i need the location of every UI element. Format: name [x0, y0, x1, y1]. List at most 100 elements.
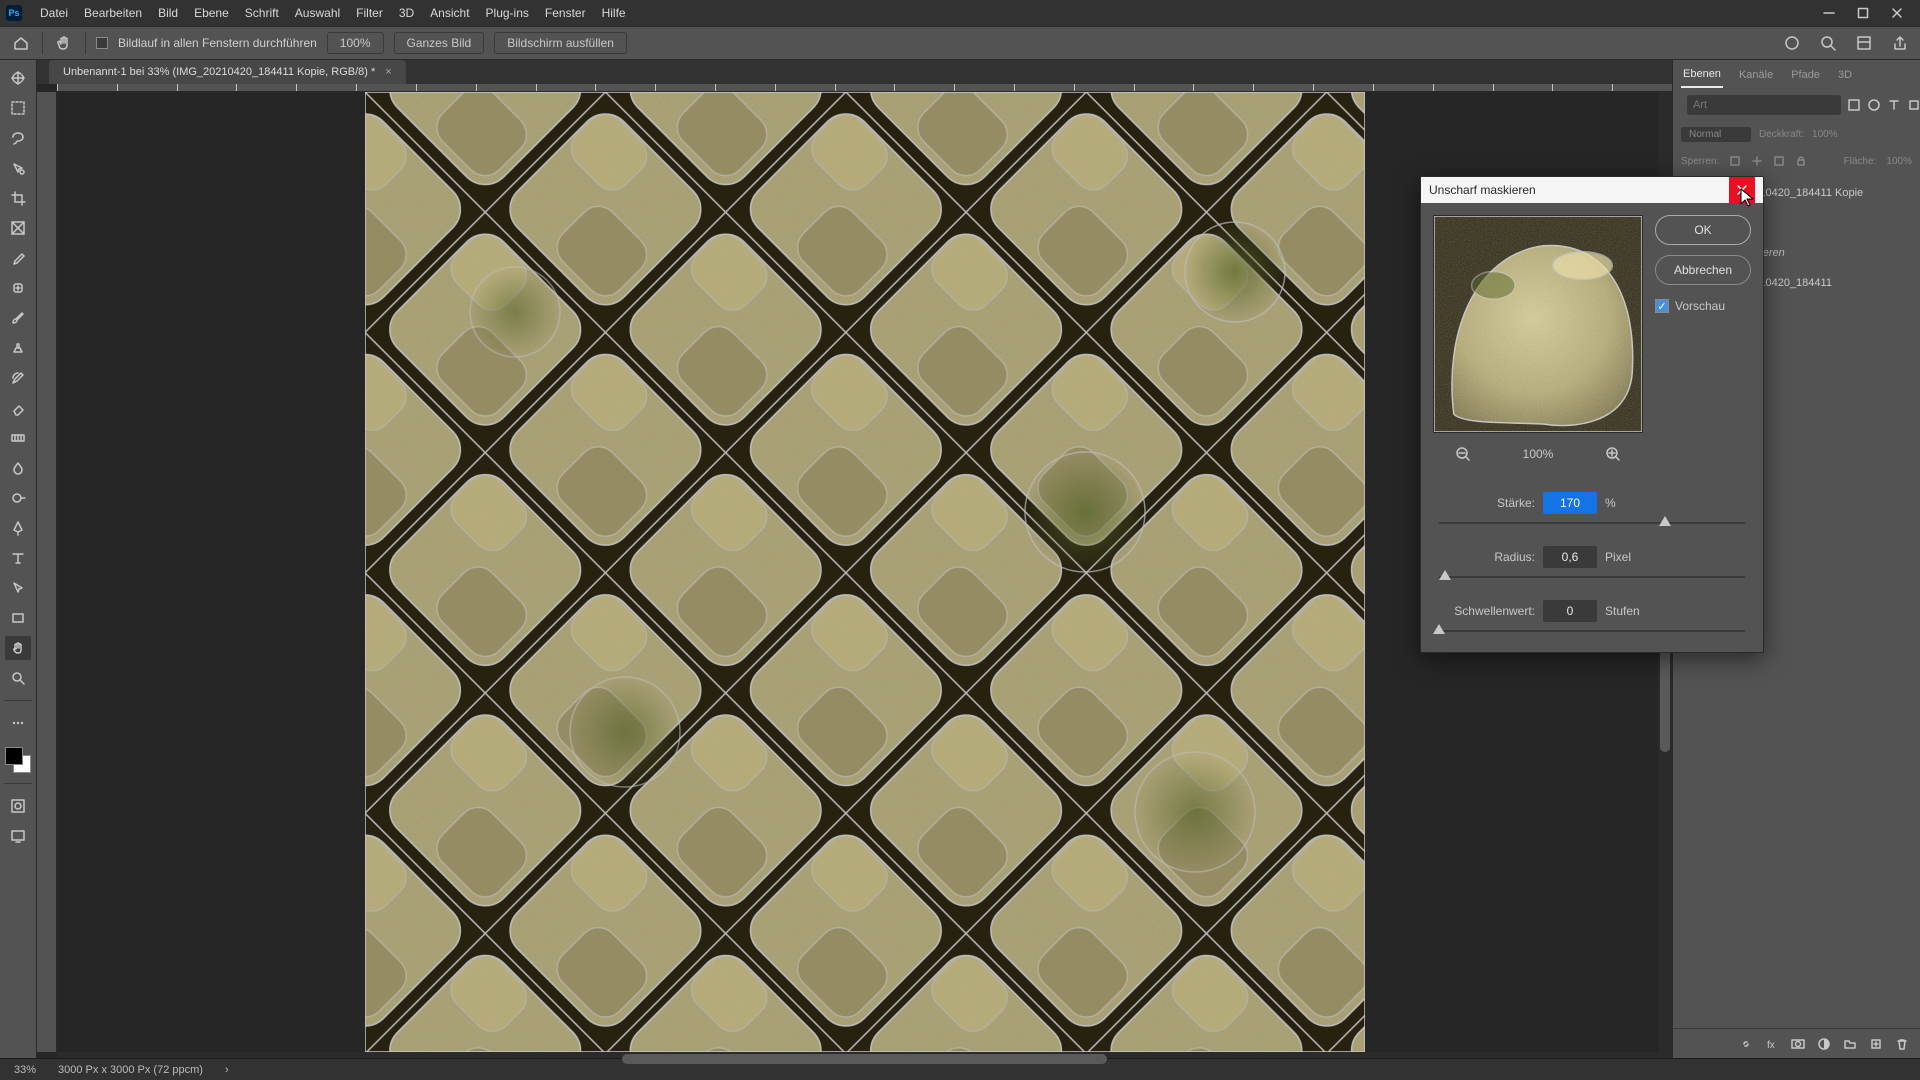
radius-slider[interactable] — [1439, 570, 1745, 584]
preview-checkbox[interactable]: ✓ — [1655, 299, 1669, 313]
dialog-titlebar[interactable]: Unscharf maskieren — [1421, 177, 1763, 203]
menu-schrift[interactable]: Schrift — [237, 2, 287, 24]
lasso-tool[interactable] — [5, 126, 31, 150]
layer-mask-icon[interactable] — [1790, 1036, 1806, 1052]
history-brush-tool[interactable] — [5, 366, 31, 390]
home-button[interactable] — [10, 32, 32, 54]
zoom-100-button[interactable]: 100% — [327, 32, 384, 54]
layer-filter-input[interactable] — [1687, 95, 1841, 115]
dialog-close-button[interactable] — [1729, 177, 1755, 203]
type-tool[interactable] — [5, 546, 31, 570]
dialog-preview[interactable] — [1433, 215, 1643, 433]
share-icon[interactable] — [1890, 33, 1910, 53]
ok-button[interactable]: OK — [1655, 215, 1751, 245]
tab-channels[interactable]: Kanäle — [1737, 63, 1775, 87]
menu-filter[interactable]: Filter — [348, 2, 391, 24]
radius-label: Radius: — [1439, 550, 1535, 564]
hand-tool[interactable] — [5, 636, 31, 660]
close-tab-icon[interactable]: × — [385, 66, 391, 78]
marquee-tool[interactable] — [5, 96, 31, 120]
threshold-unit: Stufen — [1605, 604, 1645, 618]
eyedropper-tool[interactable] — [5, 246, 31, 270]
horizontal-ruler[interactable]: 8009001000110012001300140015001600170018… — [57, 84, 1672, 92]
screen-mode-button[interactable] — [5, 824, 31, 848]
filter-image-icon[interactable] — [1847, 97, 1861, 113]
group-icon[interactable] — [1842, 1036, 1858, 1052]
document-tab[interactable]: Unbenannt-1 bei 33% (IMG_20210420_184411… — [49, 60, 406, 84]
lock-position-icon[interactable] — [1751, 155, 1763, 167]
menu-ebene[interactable]: Ebene — [186, 2, 237, 24]
rectangle-tool[interactable] — [5, 606, 31, 630]
trash-icon[interactable] — [1894, 1036, 1910, 1052]
cancel-button[interactable]: Abbrechen — [1655, 255, 1751, 285]
tab-paths[interactable]: Pfade — [1789, 63, 1822, 87]
quick-select-tool[interactable] — [5, 156, 31, 180]
dodge-tool[interactable] — [5, 486, 31, 510]
adjustment-layer-icon[interactable] — [1816, 1036, 1832, 1052]
fit-screen-button[interactable]: Ganzes Bild — [394, 32, 485, 54]
menu-plug-ins[interactable]: Plug-ins — [478, 2, 537, 24]
opacity-value[interactable]: 100% — [1812, 129, 1838, 140]
menu-datei[interactable]: Datei — [32, 2, 76, 24]
menu-ansicht[interactable]: Ansicht — [422, 2, 477, 24]
threshold-slider[interactable] — [1439, 624, 1745, 638]
crop-tool[interactable] — [5, 186, 31, 210]
window-maximize-button[interactable] — [1846, 0, 1880, 26]
menu-bearbeiten[interactable]: Bearbeiten — [76, 2, 150, 24]
filter-type-icon[interactable] — [1887, 97, 1901, 113]
ruler-tick-label: 1500 — [466, 84, 486, 85]
path-select-tool[interactable] — [5, 576, 31, 600]
layer-style-icon[interactable]: fx — [1764, 1036, 1780, 1052]
menu-3d[interactable]: 3D — [391, 2, 422, 24]
ruler-tick-label: 2100 — [825, 84, 845, 85]
blur-tool[interactable] — [5, 456, 31, 480]
move-tool[interactable] — [5, 66, 31, 90]
fill-value[interactable]: 100% — [1886, 156, 1912, 167]
window-minimize-button[interactable] — [1812, 0, 1846, 26]
radius-input[interactable] — [1543, 546, 1597, 568]
tab-layers[interactable]: Ebenen — [1681, 62, 1723, 88]
eraser-tool[interactable] — [5, 396, 31, 420]
filter-adjust-icon[interactable] — [1867, 97, 1881, 113]
threshold-input[interactable] — [1543, 600, 1597, 622]
fill-screen-button[interactable]: Bildschirm ausfüllen — [494, 32, 627, 54]
pen-tool[interactable] — [5, 516, 31, 540]
menu-hilfe[interactable]: Hilfe — [594, 2, 634, 24]
zoom-in-button[interactable] — [1603, 444, 1623, 464]
cloud-docs-icon[interactable] — [1782, 33, 1802, 53]
ruler-tick-label: 2600 — [1124, 84, 1144, 85]
search-icon[interactable] — [1818, 33, 1838, 53]
lock-artboard-icon[interactable] — [1773, 155, 1785, 167]
link-layers-icon[interactable] — [1738, 1036, 1754, 1052]
healing-brush-tool[interactable] — [5, 276, 31, 300]
window-close-button[interactable] — [1880, 0, 1914, 26]
amount-input[interactable] — [1543, 492, 1597, 514]
scroll-all-checkbox[interactable] — [96, 37, 108, 49]
menu-auswahl[interactable]: Auswahl — [287, 2, 348, 24]
vertical-ruler[interactable] — [37, 92, 57, 1052]
svg-text:fx: fx — [1767, 1040, 1775, 1051]
status-caret-icon[interactable]: › — [225, 1064, 229, 1076]
zoom-level[interactable]: 33% — [14, 1064, 36, 1076]
new-layer-icon[interactable] — [1868, 1036, 1884, 1052]
workspace-switcher-icon[interactable] — [1854, 33, 1874, 53]
edit-toolbar-button[interactable] — [5, 711, 31, 735]
horizontal-scrollbar[interactable] — [57, 1052, 1672, 1058]
lock-pixels-icon[interactable] — [1729, 155, 1741, 167]
blend-mode-dropdown[interactable]: Normal — [1681, 127, 1751, 142]
clone-stamp-tool[interactable] — [5, 336, 31, 360]
zoom-tool[interactable] — [5, 666, 31, 690]
filter-shape-icon[interactable] — [1907, 97, 1920, 113]
gradient-tool[interactable] — [5, 426, 31, 450]
fill-label: Fläche: — [1844, 156, 1877, 167]
frame-tool[interactable] — [5, 216, 31, 240]
brush-tool[interactable] — [5, 306, 31, 330]
menu-fenster[interactable]: Fenster — [537, 2, 594, 24]
quick-mask-button[interactable] — [5, 794, 31, 818]
amount-slider[interactable] — [1439, 516, 1745, 530]
menu-bild[interactable]: Bild — [150, 2, 186, 24]
tab-3d[interactable]: 3D — [1836, 63, 1854, 87]
zoom-out-button[interactable] — [1453, 444, 1473, 464]
color-swatches[interactable] — [5, 747, 31, 773]
lock-all-icon[interactable] — [1795, 155, 1807, 167]
